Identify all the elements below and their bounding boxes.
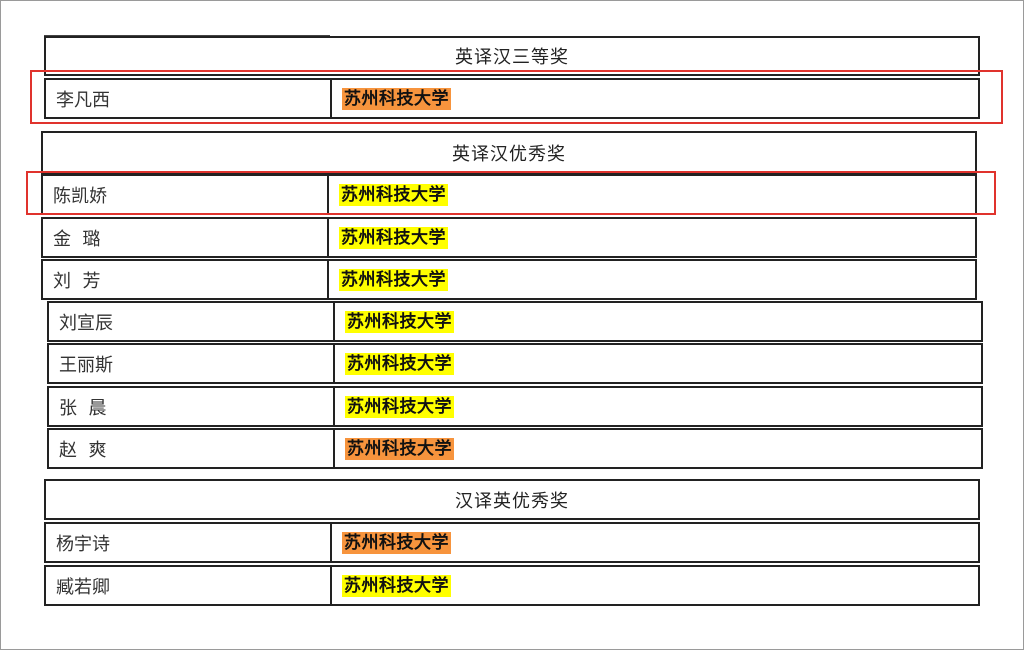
red-annotation-box — [26, 171, 996, 215]
winner-name: 张 晨 — [59, 397, 107, 419]
column-divider — [333, 388, 335, 425]
column-divider — [330, 524, 332, 561]
table-row: 赵 爽 苏州科技大学 — [47, 428, 983, 469]
table-row: 张 晨 苏州科技大学 — [47, 386, 983, 427]
affiliation-cell: 苏州科技大学 — [345, 430, 454, 467]
table-row: 王丽斯 苏州科技大学 — [47, 343, 983, 384]
column-divider — [333, 345, 335, 382]
column-divider — [327, 219, 329, 256]
affiliation-highlight: 苏州科技大学 — [339, 226, 448, 249]
section-title-en-zh-excellence: 英译汉优秀奖 — [41, 131, 977, 174]
table-row: 金 璐 苏州科技大学 — [41, 217, 977, 258]
table-row: 杨宇诗 苏州科技大学 — [44, 522, 980, 563]
affiliation-highlight: 苏州科技大学 — [342, 531, 451, 554]
column-divider — [333, 430, 335, 467]
winner-name: 金 璐 — [53, 228, 101, 250]
winner-name: 杨宇诗 — [56, 533, 110, 555]
affiliation-cell: 苏州科技大学 — [342, 524, 451, 561]
section-title-text: 英译汉优秀奖 — [452, 143, 566, 165]
column-divider — [330, 567, 332, 604]
table-row: 臧若卿 苏州科技大学 — [44, 565, 980, 606]
affiliation-cell: 苏州科技大学 — [339, 261, 448, 298]
winner-name: 赵 爽 — [59, 439, 107, 461]
section-title-zh-en-excellence: 汉译英优秀奖 — [44, 479, 980, 520]
affiliation-cell: 苏州科技大学 — [345, 345, 454, 382]
column-divider — [333, 303, 335, 340]
winner-name: 刘 芳 — [53, 270, 101, 292]
winner-name: 臧若卿 — [56, 576, 110, 598]
table-row: 刘 芳 苏州科技大学 — [41, 259, 977, 300]
affiliation-cell: 苏州科技大学 — [345, 388, 454, 425]
winner-name: 刘宣辰 — [59, 312, 113, 334]
affiliation-highlight: 苏州科技大学 — [345, 395, 454, 418]
section-title-text: 汉译英优秀奖 — [455, 490, 569, 512]
column-divider — [327, 261, 329, 298]
affiliation-highlight: 苏州科技大学 — [345, 437, 454, 460]
affiliation-cell: 苏州科技大学 — [339, 219, 448, 256]
affiliation-cell: 苏州科技大学 — [342, 567, 451, 604]
affiliation-highlight: 苏州科技大学 — [345, 310, 454, 333]
section-title-text: 英译汉三等奖 — [455, 47, 569, 68]
affiliation-cell: 苏州科技大学 — [345, 303, 454, 340]
table-row: 刘宣辰 苏州科技大学 — [47, 301, 983, 342]
winner-name: 王丽斯 — [59, 354, 113, 376]
red-annotation-box — [30, 70, 1003, 124]
affiliation-highlight: 苏州科技大学 — [342, 574, 451, 597]
affiliation-highlight: 苏州科技大学 — [339, 268, 448, 291]
affiliation-highlight: 苏州科技大学 — [345, 352, 454, 375]
